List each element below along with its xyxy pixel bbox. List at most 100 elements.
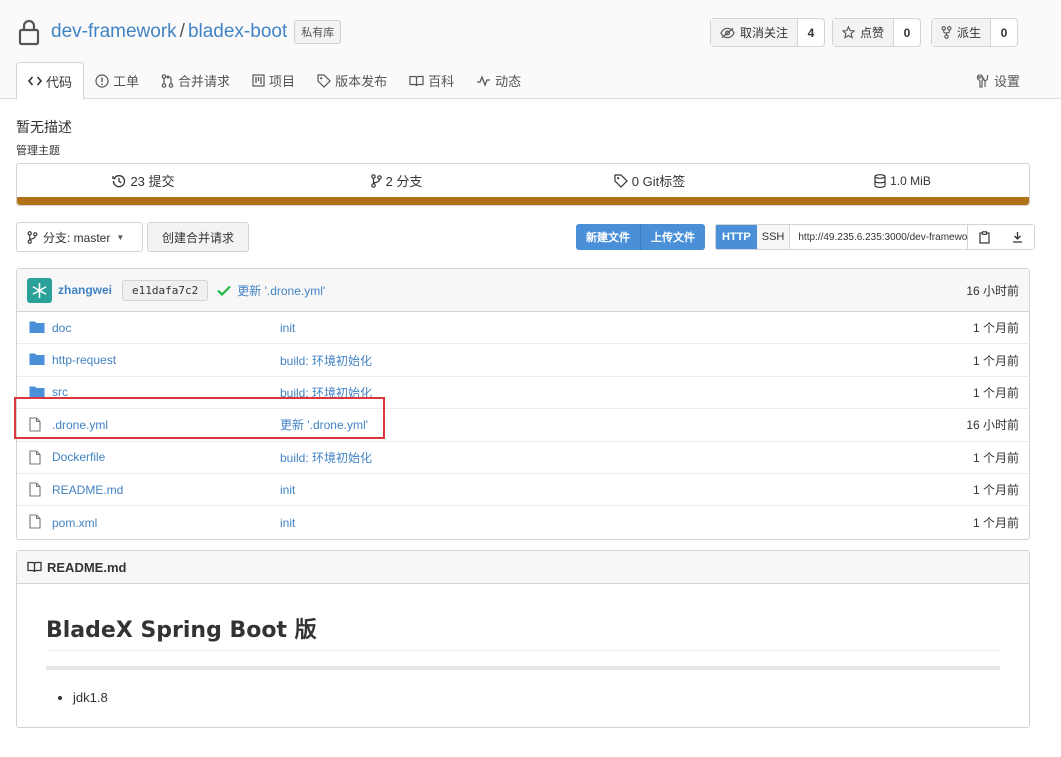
avatar[interactable] — [27, 277, 52, 303]
private-badge: 私有库 — [294, 20, 342, 44]
branch-dropdown-label: 分支: master — [43, 230, 111, 245]
branches-stat-label: 2 分支 — [385, 174, 423, 189]
file-list: zhangwei e11dafa7c2 更新 '.drone.yml' 16 小… — [16, 268, 1030, 540]
unwatch-group: 取消关注 4 — [710, 18, 826, 47]
stars-count[interactable]: 0 — [894, 19, 920, 46]
branches-stat[interactable]: 2 分支 — [270, 171, 523, 190]
repo-tabs: 代码 工单 合并请求 项目 版本发布 百科 动态 — [16, 62, 532, 100]
file-commit-message[interactable]: build: 环境初始化 — [280, 449, 372, 466]
upload-file-button[interactable]: 上传文件 — [641, 224, 705, 250]
file-time: 1 个月前 — [972, 353, 1019, 368]
download-button[interactable] — [1001, 225, 1035, 249]
commit-time: 16 小时前 — [966, 284, 1019, 298]
forks-count[interactable]: 0 — [991, 19, 1017, 46]
file-name[interactable]: http-request — [52, 353, 116, 367]
file-row: Dockerfile build: 环境初始化 1 个月前 — [17, 442, 1029, 474]
lock-icon — [18, 19, 40, 46]
readme-body: BladeX Spring Boot 版 jdk1.8 — [17, 612, 1029, 705]
snowflake-icon — [32, 282, 47, 298]
file-commit-message[interactable]: build: 环境初始化 — [280, 352, 372, 369]
download-icon — [1013, 232, 1023, 243]
create-pr-button[interactable]: 创建合并请求 — [147, 222, 250, 252]
tab-projects[interactable]: 项目 — [241, 62, 306, 99]
readme-panel: README.md BladeX Spring Boot 版 jdk1.8 — [16, 550, 1030, 728]
commit-sha[interactable]: e11dafa7c2 — [122, 279, 209, 301]
file-icon — [29, 450, 41, 465]
tab-wiki[interactable]: 百科 — [398, 62, 465, 99]
file-commit-message[interactable]: 更新 '.drone.yml' — [280, 416, 368, 433]
repo-owner-link[interactable]: dev-framework — [51, 21, 177, 43]
tab-issues-label: 工单 — [113, 74, 140, 89]
watchers-count[interactable]: 4 — [798, 19, 824, 46]
readme-list: jdk1.8 — [46, 690, 1000, 705]
file-time: 1 个月前 — [972, 450, 1019, 465]
folder-icon — [29, 386, 45, 398]
file-commit-message[interactable]: build: 环境初始化 — [280, 384, 372, 401]
tools-icon — [976, 73, 989, 88]
copy-url-button[interactable] — [968, 225, 1002, 249]
file-icon — [29, 417, 41, 432]
file-name[interactable]: .drone.yml — [52, 418, 108, 432]
repo-separator: / — [179, 21, 185, 42]
tab-activity[interactable]: 动态 — [465, 62, 532, 99]
branch-icon — [27, 230, 38, 244]
file-row: http-request build: 环境初始化 1 个月前 — [17, 344, 1029, 377]
tags-stat[interactable]: 0 Git标签 — [523, 171, 776, 190]
file-time: 1 个月前 — [972, 321, 1019, 336]
file-row: src build: 环境初始化 1 个月前 — [17, 377, 1029, 410]
readme-list-item: jdk1.8 — [73, 690, 1000, 705]
project-icon — [252, 74, 265, 87]
tab-releases-label: 版本发布 — [335, 74, 388, 89]
tab-wiki-label: 百科 — [428, 74, 455, 89]
file-row: doc init 1 个月前 — [17, 312, 1029, 345]
fork-group: 派生 0 — [931, 18, 1019, 47]
folder-icon — [29, 353, 45, 366]
tab-issues[interactable]: 工单 — [84, 62, 150, 99]
new-file-button[interactable]: 新建文件 — [576, 224, 641, 250]
file-icon — [29, 514, 41, 529]
manage-topics-link[interactable]: 管理主题 — [16, 142, 60, 158]
tab-code[interactable]: 代码 — [16, 62, 85, 100]
repo-header: dev-framework / bladex-boot 私有库 取消关注 4 点… — [0, 0, 1061, 100]
tag-icon — [614, 173, 628, 188]
caret-down-icon: ▼ — [116, 232, 125, 242]
latest-commit: zhangwei e11dafa7c2 更新 '.drone.yml' 16 小… — [17, 269, 1029, 312]
repo-name-link[interactable]: bladex-boot — [188, 21, 287, 43]
file-commit-message[interactable]: init — [280, 321, 295, 335]
readme-divider — [46, 666, 1000, 670]
file-name[interactable]: Dockerfile — [52, 450, 105, 464]
tab-settings-label: 设置 — [993, 74, 1020, 89]
star-icon — [842, 26, 855, 39]
file-name[interactable]: README.md — [52, 483, 123, 497]
tab-settings[interactable]: 设置 — [976, 62, 1020, 99]
commits-stat[interactable]: 23 提交 — [17, 171, 270, 190]
file-name[interactable]: src — [52, 385, 68, 399]
clipboard-icon — [979, 230, 990, 244]
branch-dropdown[interactable]: 分支: master ▼ — [16, 222, 143, 252]
repo-stats: 23 提交 2 分支 0 Git标签 1.0 MiB — [16, 163, 1030, 206]
readme-heading: BladeX Spring Boot 版 — [46, 612, 1000, 651]
star-button[interactable]: 点赞 — [833, 19, 895, 46]
pull-request-icon — [161, 73, 174, 88]
clone-url-input[interactable]: http://49.235.6.235:3000/dev-framework/b… — [790, 225, 969, 249]
file-commit-message[interactable]: init — [280, 516, 295, 530]
file-name[interactable]: pom.xml — [52, 516, 97, 530]
file-name[interactable]: doc — [52, 321, 71, 335]
fork-icon — [941, 26, 952, 39]
file-time: 1 个月前 — [972, 483, 1019, 498]
commit-message[interactable]: 更新 '.drone.yml' — [237, 282, 325, 299]
file-commit-message[interactable]: init — [280, 483, 295, 497]
fork-label: 派生 — [957, 26, 982, 40]
tab-pull-requests[interactable]: 合并请求 — [150, 62, 241, 99]
clone-http-button[interactable]: HTTP — [716, 225, 757, 249]
commit-author[interactable]: zhangwei — [58, 283, 112, 297]
unwatch-button[interactable]: 取消关注 — [711, 19, 799, 46]
clone-ssh-button[interactable]: SSH — [756, 225, 791, 249]
language-bar — [17, 197, 1029, 205]
book-icon — [409, 75, 424, 86]
tab-projects-label: 项目 — [269, 74, 296, 89]
file-icon — [29, 482, 41, 497]
fork-button[interactable]: 派生 — [932, 19, 992, 46]
clone-panel: HTTP SSH http://49.235.6.235:3000/dev-fr… — [715, 224, 1036, 250]
tab-releases[interactable]: 版本发布 — [306, 62, 398, 99]
